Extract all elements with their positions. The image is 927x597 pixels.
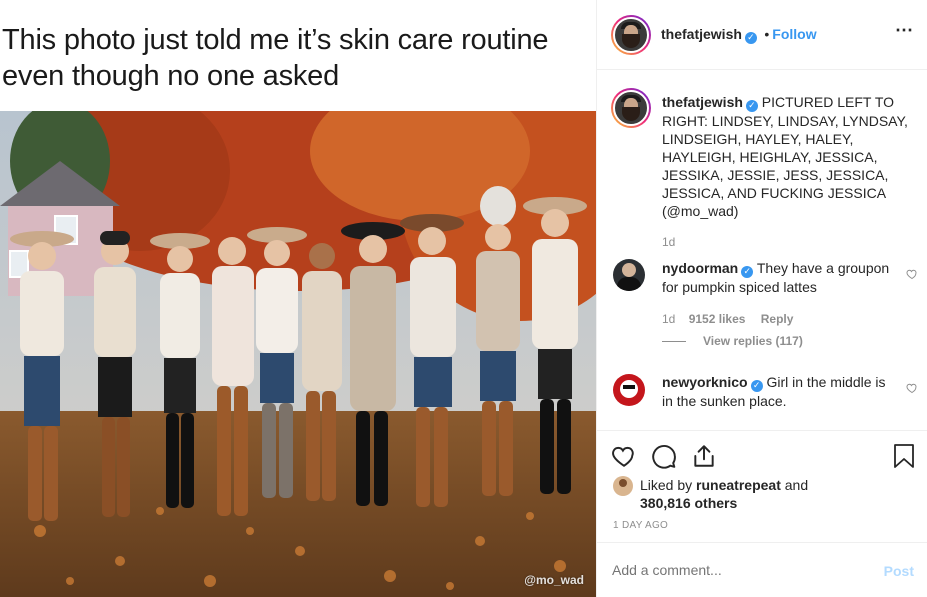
author-username[interactable]: thefatjewish (661, 26, 742, 42)
bookmark-icon[interactable] (892, 443, 916, 469)
comment-username[interactable]: nydoorman (662, 260, 738, 276)
caption-body: thefatjewish ✓ PICTURED LEFT TO RIGHT: LI… (662, 93, 914, 220)
commenter-avatar[interactable] (613, 374, 645, 406)
verified-icon: ✓ (750, 380, 763, 392)
liker-avatar[interactable] (613, 476, 633, 496)
comment-body: newyorknico ✓ Girl in the middle is in th… (662, 373, 897, 410)
post-actions: Liked by runeatrepeat and 380,816 others… (597, 430, 927, 542)
likes-others[interactable]: 380,816 others (640, 495, 737, 511)
post-comment-button[interactable]: Post (884, 563, 914, 579)
comment-like-icon[interactable] (906, 268, 918, 280)
meme-caption-line-1: This photo just told me it’s skin care r… (2, 24, 549, 56)
caption-time[interactable]: 1d (662, 235, 675, 249)
share-icon[interactable] (691, 443, 717, 469)
likes-summary: Liked by runeatrepeat and 380,816 others (640, 476, 900, 512)
verified-icon: ✓ (744, 32, 757, 44)
photo-watermark: @mo_wad (524, 573, 584, 587)
replies-divider (662, 341, 686, 342)
liker-username[interactable]: runeatrepeat (696, 477, 781, 493)
meme-caption: This photo just told me it’s skin care r… (2, 22, 592, 94)
comment-likes[interactable]: 9152 likes (689, 312, 746, 326)
verified-icon: ✓ (745, 100, 758, 112)
comment-icon[interactable] (651, 443, 677, 469)
caption-text: PICTURED LEFT TO RIGHT: LINDSEY, LINDSAY… (662, 94, 908, 219)
reply-button[interactable]: Reply (761, 312, 794, 326)
caption-username[interactable]: thefatjewish (662, 94, 743, 110)
comment-meta: 1d 9152 likes Reply (662, 312, 793, 326)
group-photo: @mo_wad (0, 111, 596, 597)
post-time[interactable]: 1 DAY AGO (613, 520, 668, 531)
heart-icon[interactable] (611, 443, 637, 469)
meme-caption-line-2: even though no one asked (2, 60, 340, 92)
caption-avatar[interactable] (611, 88, 651, 128)
more-options-icon[interactable]: ⋯ (895, 20, 914, 41)
likes-prefix: Liked by (640, 477, 693, 493)
post-side-panel: thefatjewish ✓ • Follow ⋯ thefatjewish ✓ PI… (596, 0, 927, 597)
follow-button[interactable]: Follow (772, 26, 816, 42)
post-header: thefatjewish ✓ • Follow ⋯ (597, 0, 927, 70)
comment-username[interactable]: newyorknico (662, 374, 748, 390)
separator-dot: • (764, 26, 770, 42)
comment-like-icon[interactable] (906, 382, 918, 394)
post-media[interactable]: This photo just told me it’s skin care r… (0, 0, 596, 597)
author-avatar[interactable] (611, 15, 651, 55)
likes-and: and (784, 477, 809, 493)
verified-icon: ✓ (741, 266, 754, 278)
commenter-avatar[interactable] (613, 259, 645, 291)
add-comment-input[interactable] (612, 562, 862, 578)
comment-time[interactable]: 1d (662, 312, 675, 326)
comments-list: thefatjewish ✓ PICTURED LEFT TO RIGHT: LI… (597, 71, 927, 429)
view-replies-button[interactable]: View replies (117) (703, 334, 803, 348)
comment-body: nydoorman ✓ They have a groupon for pumpk… (662, 259, 897, 296)
add-comment-bar: Post (597, 542, 927, 597)
